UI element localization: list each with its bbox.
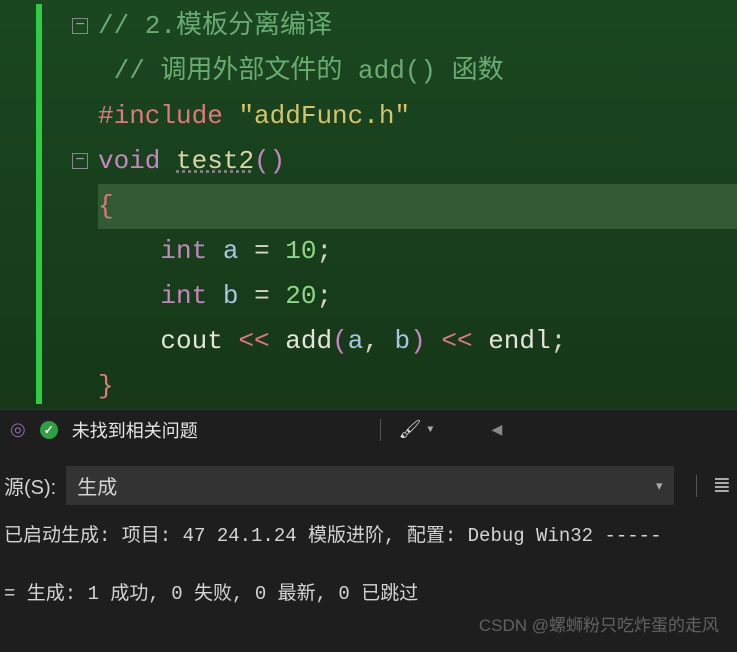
var-b: b (223, 281, 239, 311)
arg-b: b (395, 326, 411, 356)
semicolon: ; (317, 236, 333, 266)
output-source-label: 源(S): (4, 471, 56, 500)
lightbulb-icon[interactable]: ◎ (10, 419, 26, 441)
success-icon: ✓ (40, 421, 58, 439)
output-panel: 源(S): 生成 ▾ ≣ 已启动生成: 项目: 47 24.1.24 模版进阶,… (0, 450, 737, 652)
chevron-down-icon[interactable]: ▼ (427, 425, 433, 436)
paren: ( (332, 326, 348, 356)
fold-icon[interactable]: − (72, 153, 88, 169)
chevron-down-icon: ▾ (656, 478, 663, 494)
output-line: 已启动生成: 项目: 47 24.1.24 模版进阶, 配置: Debug Wi… (4, 525, 661, 547)
code-editor[interactable]: − // 2.模板分离编译 // 调用外部文件的 add() 函数 #inclu… (0, 0, 737, 409)
divider (696, 475, 697, 497)
triangle-left-icon[interactable]: ◀ (491, 422, 502, 439)
endl: endl (488, 326, 550, 356)
stream-op: << (238, 326, 269, 356)
change-indicator (36, 4, 42, 404)
wrap-icon[interactable]: ≣ (711, 471, 733, 501)
call-add: add (285, 326, 332, 356)
assign-op: = (254, 236, 270, 266)
paren: ) (410, 326, 426, 356)
semicolon: ; (317, 281, 333, 311)
open-brace: { (98, 191, 114, 221)
stream-op: << (441, 326, 472, 356)
function-name: test2 (176, 146, 254, 176)
var-a: a (223, 236, 239, 266)
output-source-value: 生成 (77, 471, 117, 500)
arg-a: a (348, 326, 364, 356)
cout: cout (160, 326, 222, 356)
watermark: CSDN @螺蛳粉只吃炸蛋的走风 (479, 611, 719, 636)
keyword-int: int (160, 281, 207, 311)
active-line[interactable]: { (98, 184, 737, 229)
paren: () (254, 146, 285, 176)
keyword-int: int (160, 236, 207, 266)
literal-10: 10 (285, 236, 316, 266)
literal-20: 20 (285, 281, 316, 311)
brush-icon[interactable]: 🖌 (399, 419, 422, 441)
include-directive: #include (98, 101, 223, 131)
output-line: = 生成: 1 成功, 0 失败, 0 最新, 0 已跳过 (4, 583, 418, 605)
keyword-void: void (98, 146, 160, 176)
output-source-select[interactable]: 生成 ▾ (66, 466, 673, 505)
fold-icon[interactable]: − (72, 18, 88, 34)
status-text: 未找到相关问题 (72, 417, 198, 443)
status-bar: ◎ ✓ 未找到相关问题 🖌 ▼ ◀ (0, 409, 737, 450)
include-file: "addFunc.h" (238, 101, 410, 131)
semicolon: ; (551, 326, 567, 356)
build-output[interactable]: 已启动生成: 项目: 47 24.1.24 模版进阶, 配置: Debug Wi… (0, 513, 737, 617)
code-comment: // 调用外部文件的 add() 函数 (114, 56, 504, 86)
assign-op: = (254, 281, 270, 311)
code-comment: // 2.模板分离编译 (98, 11, 332, 41)
divider (380, 419, 381, 441)
comma: , (363, 326, 379, 356)
close-brace: } (98, 371, 114, 401)
